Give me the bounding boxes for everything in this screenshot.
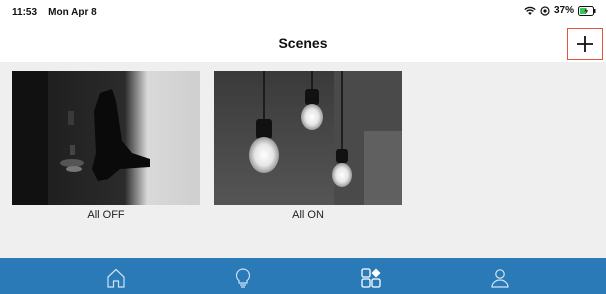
tab-profile[interactable] <box>488 266 512 290</box>
page-title: Scenes <box>278 35 328 51</box>
status-bar: 11:53 Mon Apr 8 37% <box>0 0 606 24</box>
home-icon <box>107 268 125 288</box>
wifi-icon <box>524 6 536 15</box>
scene-card-all-on[interactable]: All ON <box>214 71 402 221</box>
status-time-value: 11:53 <box>12 7 38 18</box>
scene-label: All ON <box>292 209 324 221</box>
status-time: 11:53 Mon Apr 8 <box>12 7 97 18</box>
nav-bar: Scenes <box>0 24 606 62</box>
location-icon <box>540 5 550 16</box>
plus-icon <box>577 36 593 52</box>
status-indicators: 37% <box>524 5 596 16</box>
hanging-light-bulbs-image <box>214 71 402 205</box>
tab-home[interactable] <box>104 266 128 290</box>
scene-label: All OFF <box>87 209 125 221</box>
lightbulb-icon <box>235 268 251 288</box>
add-scene-button[interactable] <box>567 28 603 60</box>
tab-lights[interactable] <box>231 266 255 290</box>
battery-charging-icon <box>578 5 596 16</box>
tab-bar <box>0 258 606 294</box>
user-icon <box>491 269 509 288</box>
scenes-grid-icon <box>361 268 381 288</box>
scene-card-all-off[interactable]: All OFF <box>12 71 200 221</box>
dark-lamp-silhouette-image <box>12 71 200 205</box>
tab-scenes[interactable] <box>359 266 383 290</box>
battery-percent: 37% <box>553 5 574 16</box>
scenes-grid: All OFF All ON <box>0 62 606 258</box>
status-date: Mon Apr 8 <box>48 7 97 18</box>
